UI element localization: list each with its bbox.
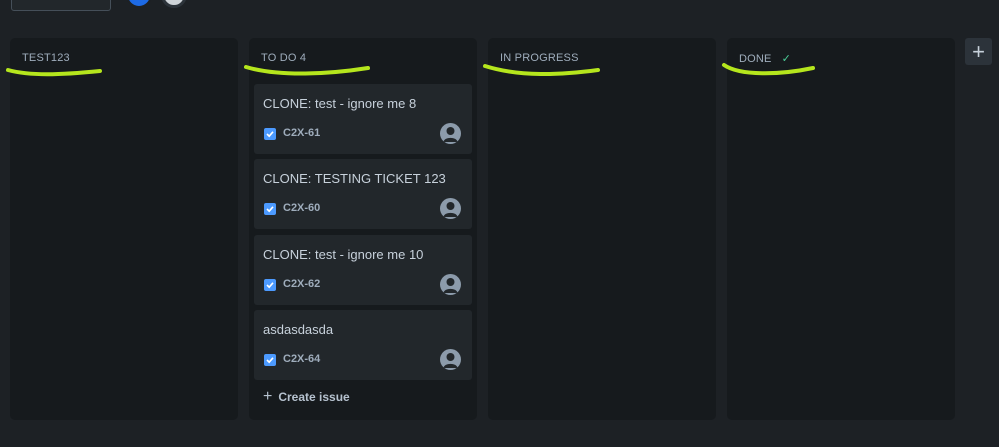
- task-icon: [264, 354, 276, 366]
- column-title: TEST123: [22, 52, 70, 64]
- task-icon: [264, 128, 276, 140]
- issue-title: asdasdasda: [263, 322, 334, 337]
- board-column-todo: TO DO 4 CLONE: test - ignore me 8 C2X-61…: [249, 38, 477, 420]
- assignee-avatar-icon[interactable]: [440, 349, 461, 370]
- task-icon: [264, 279, 276, 291]
- issue-title: CLONE: test - ignore me 10: [263, 247, 424, 262]
- issue-title: CLONE: TESTING TICKET 123: [263, 171, 446, 186]
- issue-title: CLONE: test - ignore me 8: [263, 96, 417, 111]
- board-column-test123: TEST123: [10, 38, 238, 420]
- assignee-avatar-icon[interactable]: [440, 274, 461, 295]
- assignee-avatar-icon[interactable]: [440, 123, 461, 144]
- user-avatar[interactable]: [161, 0, 187, 8]
- create-issue-label: Create issue: [278, 390, 350, 404]
- task-icon: [264, 203, 276, 215]
- assignee-avatar-icon[interactable]: [440, 198, 461, 219]
- add-column-button[interactable]: +: [965, 38, 992, 65]
- issue-card[interactable]: CLONE: test - ignore me 8 C2X-61: [254, 84, 472, 154]
- column-title: TO DO 4: [261, 52, 307, 64]
- column-title: IN PROGRESS: [500, 52, 579, 64]
- issue-key[interactable]: C2X-62: [283, 278, 320, 290]
- issue-key[interactable]: C2X-64: [283, 353, 320, 365]
- create-issue-button[interactable]: + Create issue: [263, 388, 350, 405]
- user-avatar[interactable]: [126, 0, 152, 8]
- issue-key[interactable]: C2X-60: [283, 202, 320, 214]
- plus-icon: +: [972, 38, 985, 64]
- search-input[interactable]: [11, 0, 111, 11]
- issue-card[interactable]: CLONE: TESTING TICKET 123 C2X-60: [254, 159, 472, 229]
- done-check-icon: ✓: [781, 53, 792, 65]
- plus-icon: +: [263, 388, 273, 405]
- top-bar: [0, 0, 999, 14]
- issue-card[interactable]: asdasdasda C2X-64: [254, 310, 472, 380]
- column-title: DONE ✓: [739, 52, 791, 65]
- board-column-done: DONE ✓: [727, 38, 955, 420]
- board-column-in-progress: IN PROGRESS: [488, 38, 716, 420]
- column-title-text: DONE: [739, 53, 772, 65]
- issue-card[interactable]: CLONE: test - ignore me 10 C2X-62: [254, 235, 472, 305]
- issue-key[interactable]: C2X-61: [283, 127, 320, 139]
